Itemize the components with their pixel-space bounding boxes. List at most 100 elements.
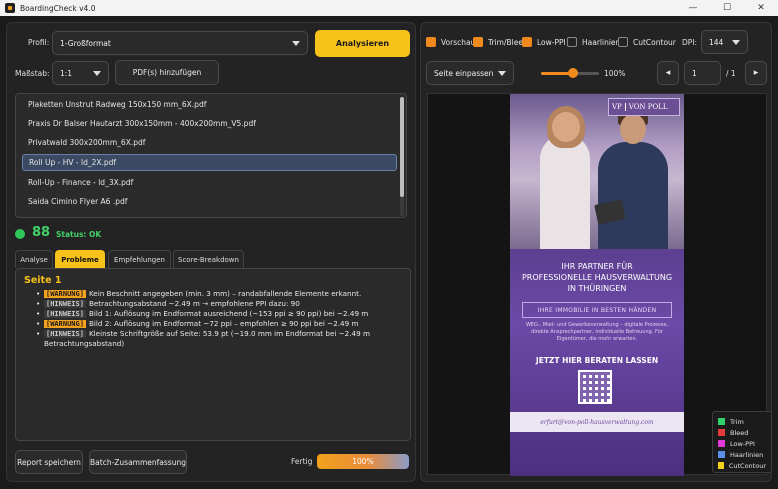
scrollbar-thumb[interactable] bbox=[400, 97, 404, 197]
progress-bar: 100% bbox=[317, 454, 409, 469]
zoom-slider-handle[interactable] bbox=[567, 68, 578, 78]
file-list-scrollbar[interactable] bbox=[400, 97, 404, 216]
close-button[interactable]: ✕ bbox=[744, 0, 778, 16]
flyer-email: erfurt@von-poll-hausverwaltung.com bbox=[510, 412, 684, 432]
legend-swatch bbox=[718, 462, 724, 469]
checkbox-trim-bleed[interactable]: Trim/Bleed bbox=[473, 37, 528, 47]
legend-swatch bbox=[718, 451, 725, 458]
issue-text: Kein Beschnitt angegeben (min. 3 mm) – r… bbox=[88, 289, 362, 298]
legend-item-haarlinien: Haarlinien bbox=[718, 449, 766, 460]
file-item[interactable]: Roll-Up - Finance - ld_3X.pdf bbox=[22, 174, 397, 191]
checkbox-checked-icon bbox=[426, 37, 436, 47]
chevron-down-icon bbox=[498, 71, 506, 76]
file-item[interactable]: Praxis Dr Balser Hautarzt 300x150mm - 40… bbox=[22, 115, 397, 132]
left-panel: Profil: 1-Großformat Analysieren Maßstab… bbox=[6, 22, 416, 482]
pdf-page-preview: VP VON POLL IHR PARTNER FÜR PROFESSIONEL… bbox=[510, 94, 684, 476]
scale-value: 1:1 bbox=[60, 68, 73, 78]
hint-badge: [HINWEIS] bbox=[44, 300, 86, 308]
checkbox-cutcontour[interactable]: CutContour bbox=[618, 37, 676, 47]
issue-text: Kleinste Schriftgröße auf Seite: 53.9 pt… bbox=[44, 329, 370, 348]
checkbox-checked-icon bbox=[473, 37, 483, 47]
profile-label: Profil: bbox=[28, 38, 50, 47]
legend-item-bleed: Bleed bbox=[718, 427, 766, 438]
problems-report: Seite 1 • [WARNUNG] Kein Beschnitt angege… bbox=[15, 268, 411, 441]
legend-item-trim: Trim bbox=[718, 416, 766, 427]
tab-analyse[interactable]: Analyse bbox=[15, 250, 53, 268]
add-pdf-button[interactable]: PDF(s) hinzufügen bbox=[115, 60, 219, 85]
checkbox-haarlinien[interactable]: Haarlinien bbox=[567, 37, 620, 47]
flyer-heading-2: PROFESSIONELLE HAUSVERWALTUNG bbox=[521, 273, 673, 282]
hint-badge: [HINWEIS] bbox=[44, 310, 86, 318]
issue-item: • [HINWEIS] Kleinste Schriftgröße auf Sei… bbox=[36, 329, 370, 348]
page-total: / 1 bbox=[726, 69, 736, 78]
window-title: BoardingCheck v4.0 bbox=[20, 3, 96, 13]
checkbox-unchecked-icon bbox=[618, 37, 628, 47]
page-number-value: 1 bbox=[692, 68, 697, 78]
page-number-field[interactable]: 1 bbox=[684, 61, 721, 85]
file-item[interactable]: Privatwald 300x200mm_6X.pdf bbox=[22, 134, 397, 151]
profile-select[interactable]: 1-Großformat bbox=[52, 31, 308, 55]
scale-label: Maßstab: bbox=[15, 69, 50, 78]
issue-text: Betrachtungsabstand ~2.49 m → empfohlene… bbox=[88, 299, 300, 308]
issue-item: • [WARNUNG] Bild 2: Auflösung im Endforma… bbox=[36, 319, 359, 328]
maximize-button[interactable]: ☐ bbox=[710, 0, 744, 16]
issue-text: Bild 2: Auflösung im Endformat ~72 ppi –… bbox=[88, 319, 359, 328]
flyer-cta: JETZT HIER BERATEN LASSEN bbox=[535, 356, 659, 365]
analyze-button[interactable]: Analysieren bbox=[315, 30, 410, 57]
file-item-selected[interactable]: Roll Up - HV - ld_2X.pdf bbox=[22, 154, 397, 171]
issue-item: • [HINWEIS] Betrachtungsabstand ~2.49 m →… bbox=[36, 299, 300, 308]
chevron-down-icon bbox=[292, 41, 300, 46]
tab-score-breakdown[interactable]: Score-Breakdown bbox=[173, 250, 244, 268]
chevron-left-icon: ◂ bbox=[665, 68, 671, 78]
flyer-tagline: IHRE IMMOBILIE IN BESTEN HÄNDEN bbox=[522, 302, 672, 318]
status-text: Status: OK bbox=[56, 230, 102, 239]
dpi-label: DPI: bbox=[682, 38, 698, 47]
zoom-slider[interactable] bbox=[541, 68, 599, 78]
dpi-select[interactable]: 144 bbox=[701, 30, 748, 54]
flyer-body: WEG-, Miet- und Gewerbeverwaltung – digi… bbox=[525, 322, 669, 342]
next-page-button[interactable]: ▸ bbox=[745, 61, 767, 85]
file-item[interactable]: Plaketten Unstrut Radweg 150x150 mm_6X.p… bbox=[22, 96, 397, 113]
file-list[interactable]: Plaketten Unstrut Radweg 150x150 mm_6X.p… bbox=[15, 93, 407, 218]
checkbox-low-ppi[interactable]: Low-PPI bbox=[522, 37, 566, 47]
app-icon bbox=[5, 3, 15, 13]
warning-badge: [WARNUNG] bbox=[44, 320, 86, 328]
file-item[interactable]: Saida Cimino Flyer A6 .pdf bbox=[22, 193, 397, 210]
legend-item-low-ppi: Low-PPI bbox=[718, 438, 766, 449]
scale-select[interactable]: 1:1 bbox=[52, 61, 109, 85]
legend-swatch bbox=[718, 429, 725, 436]
legend-item-cutcontour: CutContour bbox=[718, 460, 766, 471]
chevron-right-icon: ▸ bbox=[753, 68, 759, 78]
chevron-down-icon bbox=[732, 40, 740, 45]
issue-item: • [HINWEIS] Bild 1: Auflösung im Endforma… bbox=[36, 309, 369, 318]
progress-label: Fertig bbox=[291, 457, 313, 466]
minimize-button[interactable]: — bbox=[676, 0, 710, 16]
von-poll-logo: VP VON POLL bbox=[608, 98, 680, 116]
status-dot-icon bbox=[15, 229, 25, 239]
prev-page-button[interactable]: ◂ bbox=[657, 61, 679, 85]
flyer-heading-1: IHR PARTNER FÜR bbox=[561, 262, 633, 271]
pdf-preview-area[interactable]: VP VON POLL IHR PARTNER FÜR PROFESSIONEL… bbox=[427, 93, 772, 476]
profile-value: 1-Großformat bbox=[60, 38, 111, 48]
zoom-text: 100% bbox=[604, 69, 626, 78]
hint-badge: [HINWEIS] bbox=[44, 330, 86, 338]
qr-code bbox=[578, 370, 612, 404]
right-panel: Vorschau Trim/Bleed Low-PPI Haarlinien C… bbox=[420, 22, 772, 482]
fit-mode-select[interactable]: Seite einpassen bbox=[426, 61, 514, 85]
dpi-value: 144 bbox=[709, 37, 724, 47]
score-value: 88 bbox=[32, 225, 51, 240]
checkbox-vorschau[interactable]: Vorschau bbox=[426, 37, 475, 47]
report-save-button[interactable]: Report speichern bbox=[15, 450, 83, 474]
tab-probleme[interactable]: Probleme bbox=[55, 250, 105, 268]
checkbox-unchecked-icon bbox=[567, 37, 577, 47]
batch-summary-button[interactable]: Batch-Zusammenfassung bbox=[89, 450, 187, 474]
title-bar: BoardingCheck v4.0 — ☐ ✕ bbox=[0, 0, 778, 16]
issue-item: • [WARNUNG] Kein Beschnitt angegeben (min… bbox=[36, 289, 362, 298]
warning-badge: [WARNUNG] bbox=[44, 290, 86, 298]
overlay-legend: Trim Bleed Low-PPI Haarlinien CutContour bbox=[712, 411, 772, 473]
tab-empfehlungen[interactable]: Empfehlungen bbox=[108, 250, 171, 268]
chevron-down-icon bbox=[93, 71, 101, 76]
window-controls: — ☐ ✕ bbox=[676, 0, 778, 16]
issue-text: Bild 1: Auflösung im Endformat ausreiche… bbox=[88, 309, 369, 318]
checkbox-checked-icon bbox=[522, 37, 532, 47]
